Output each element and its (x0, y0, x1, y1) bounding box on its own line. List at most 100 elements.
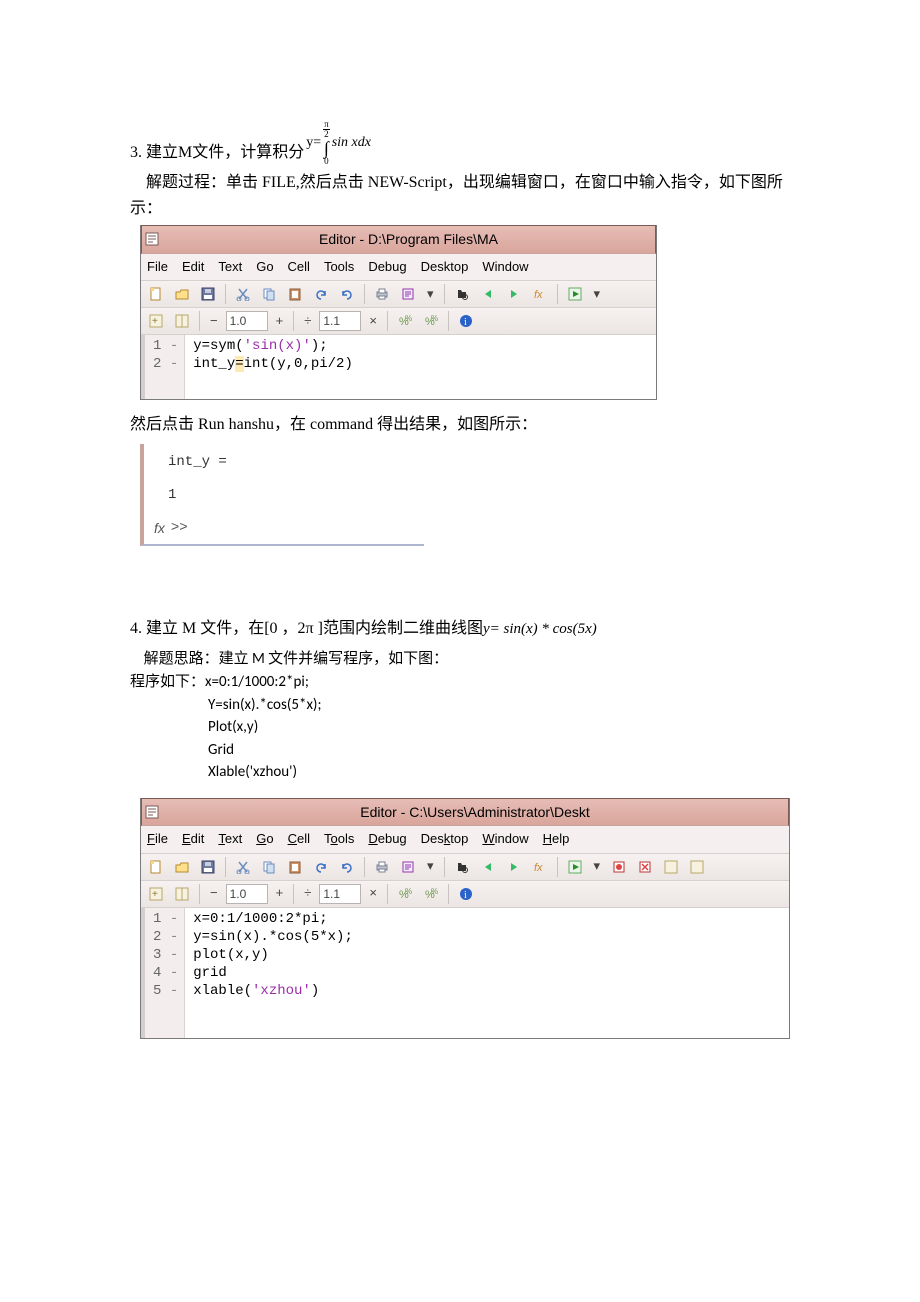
times-icon[interactable]: × (365, 883, 381, 904)
print-icon[interactable] (371, 283, 393, 305)
undo-icon[interactable] (310, 283, 332, 305)
editor1-code-area[interactable]: 1 - 2 - y=sym('sin(x)'); int_y=int(y,0,p… (141, 335, 656, 399)
info-icon[interactable]: i (455, 310, 477, 332)
eval-cell-icon[interactable]: %% (394, 883, 416, 905)
editor1-code[interactable]: y=sym('sin(x)'); int_y=int(y,0,pi/2) (185, 335, 656, 399)
cut-icon[interactable] (232, 283, 254, 305)
info-icon[interactable]: i (455, 883, 477, 905)
cell-split-icon[interactable] (171, 883, 193, 905)
cmd-prompt[interactable]: fx >> (154, 516, 414, 541)
new-file-icon[interactable] (145, 856, 167, 878)
menu-debug[interactable]: Debug (368, 829, 406, 850)
menu-cell[interactable]: Cell (288, 829, 310, 850)
find-icon[interactable] (451, 856, 473, 878)
forward-icon[interactable] (503, 856, 525, 878)
prompt-chevrons: >> (171, 516, 188, 541)
breakpoint-clear-icon[interactable] (634, 856, 656, 878)
menu-file[interactable]: File (147, 829, 168, 850)
run-icon[interactable] (564, 283, 586, 305)
editor2-code-area[interactable]: 1 - 2 - 3 - 4 - 5 - x=0:1/1000:2*pi; y=s… (141, 908, 789, 1038)
dropdown-caret-icon[interactable]: ▾ (423, 284, 438, 305)
code-l4: Grid (208, 739, 790, 762)
svg-text:i: i (464, 317, 467, 328)
dropdown-caret-icon-2[interactable]: ▾ (590, 284, 605, 305)
command-output: int_y = 1 fx >> (140, 444, 424, 546)
open-file-icon[interactable] (171, 856, 193, 878)
editor2-toolbar-1: ▾ fx ▾ (141, 854, 789, 881)
fx-icon[interactable]: fx (529, 856, 551, 878)
save-icon[interactable] (197, 856, 219, 878)
copy-icon[interactable] (258, 283, 280, 305)
eval-cell-advance-icon[interactable]: %% (420, 883, 442, 905)
editor-window-1: Editor - D:\Program Files\MA File Edit T… (140, 225, 657, 400)
svg-text:%: % (431, 887, 438, 896)
minus-icon[interactable]: − (206, 311, 222, 332)
menu-file[interactable]: File (147, 257, 168, 278)
forward-icon[interactable] (503, 283, 525, 305)
menu-help[interactable]: Help (543, 829, 570, 850)
dropdown-caret-icon-2[interactable]: ▾ (590, 856, 605, 877)
cell-multiply-input[interactable] (319, 884, 361, 904)
plus-icon[interactable]: + (272, 311, 288, 332)
menu-tools[interactable]: Tools (324, 257, 354, 278)
menu-text[interactable]: Text (218, 257, 242, 278)
redo-icon[interactable] (336, 283, 358, 305)
dropdown-caret-icon[interactable]: ▾ (423, 856, 438, 877)
svg-text:%: % (405, 314, 412, 323)
svg-text:+: + (152, 889, 158, 900)
open-file-icon[interactable] (171, 283, 193, 305)
new-file-icon[interactable] (145, 283, 167, 305)
menu-tools[interactable]: Tools (324, 829, 354, 850)
menu-go[interactable]: Go (256, 829, 273, 850)
step-out-icon[interactable] (686, 856, 708, 878)
menu-desktop[interactable]: Desktop (421, 257, 469, 278)
svg-text:fx: fx (534, 289, 543, 301)
divide-icon[interactable]: ÷ (300, 883, 315, 904)
menu-edit[interactable]: Edit (182, 257, 204, 278)
cell-increment-input[interactable] (226, 311, 268, 331)
formula-body: sin xdx (332, 132, 371, 154)
copy-icon[interactable] (258, 856, 280, 878)
publish-icon[interactable] (397, 283, 419, 305)
menu-go[interactable]: Go (256, 257, 273, 278)
cell-multiply-input[interactable] (319, 311, 361, 331)
cell-add-icon[interactable]: + (145, 883, 167, 905)
menu-cell[interactable]: Cell (288, 257, 310, 278)
menu-text[interactable]: Text (218, 829, 242, 850)
svg-text:+: + (152, 316, 158, 327)
find-icon[interactable] (451, 283, 473, 305)
menu-edit[interactable]: Edit (182, 829, 204, 850)
document-page: 3. 建立M文件，计算积分 y= π2 ∫ 0 sin xdx 解题过程：单击 … (0, 0, 920, 1131)
problem-3-heading: 3. 建立M文件，计算积分 y= π2 ∫ 0 sin xdx (130, 120, 790, 166)
minus-icon[interactable]: − (206, 883, 222, 904)
cell-increment-input[interactable] (226, 884, 268, 904)
redo-icon[interactable] (336, 856, 358, 878)
breakpoint-set-icon[interactable] (608, 856, 630, 878)
undo-icon[interactable] (310, 856, 332, 878)
menu-window[interactable]: Window (482, 257, 528, 278)
step-in-icon[interactable] (660, 856, 682, 878)
fx-icon[interactable]: fx (529, 283, 551, 305)
paste-icon[interactable] (284, 283, 306, 305)
save-icon[interactable] (197, 283, 219, 305)
formula-yeq: y= (306, 132, 321, 154)
cell-add-icon[interactable]: + (145, 310, 167, 332)
times-icon[interactable]: × (365, 311, 381, 332)
publish-icon[interactable] (397, 856, 419, 878)
paste-icon[interactable] (284, 856, 306, 878)
editor2-code[interactable]: x=0:1/1000:2*pi; y=sin(x).*cos(5*x); plo… (185, 908, 789, 1038)
menu-debug[interactable]: Debug (368, 257, 406, 278)
cut-icon[interactable] (232, 856, 254, 878)
plus-icon[interactable]: + (272, 883, 288, 904)
cell-split-icon[interactable] (171, 310, 193, 332)
back-icon[interactable] (477, 283, 499, 305)
run-icon[interactable] (564, 856, 586, 878)
problem-4-num: 4. (130, 616, 146, 642)
menu-window[interactable]: Window (482, 829, 528, 850)
eval-cell-advance-icon[interactable]: %% (420, 310, 442, 332)
menu-desktop[interactable]: Desktop (421, 829, 469, 850)
divide-icon[interactable]: ÷ (300, 311, 315, 332)
print-icon[interactable] (371, 856, 393, 878)
back-icon[interactable] (477, 856, 499, 878)
eval-cell-icon[interactable]: %% (394, 310, 416, 332)
